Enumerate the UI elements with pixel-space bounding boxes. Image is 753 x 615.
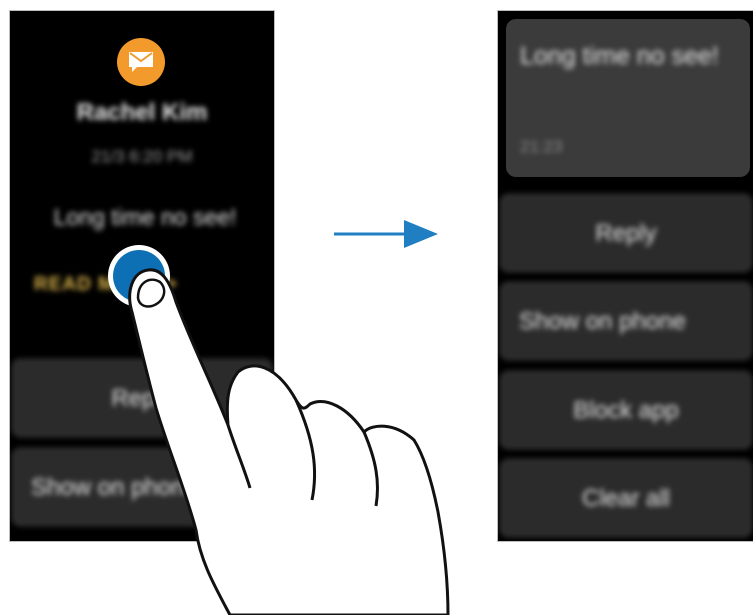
pointing-hand-icon (128, 268, 450, 615)
